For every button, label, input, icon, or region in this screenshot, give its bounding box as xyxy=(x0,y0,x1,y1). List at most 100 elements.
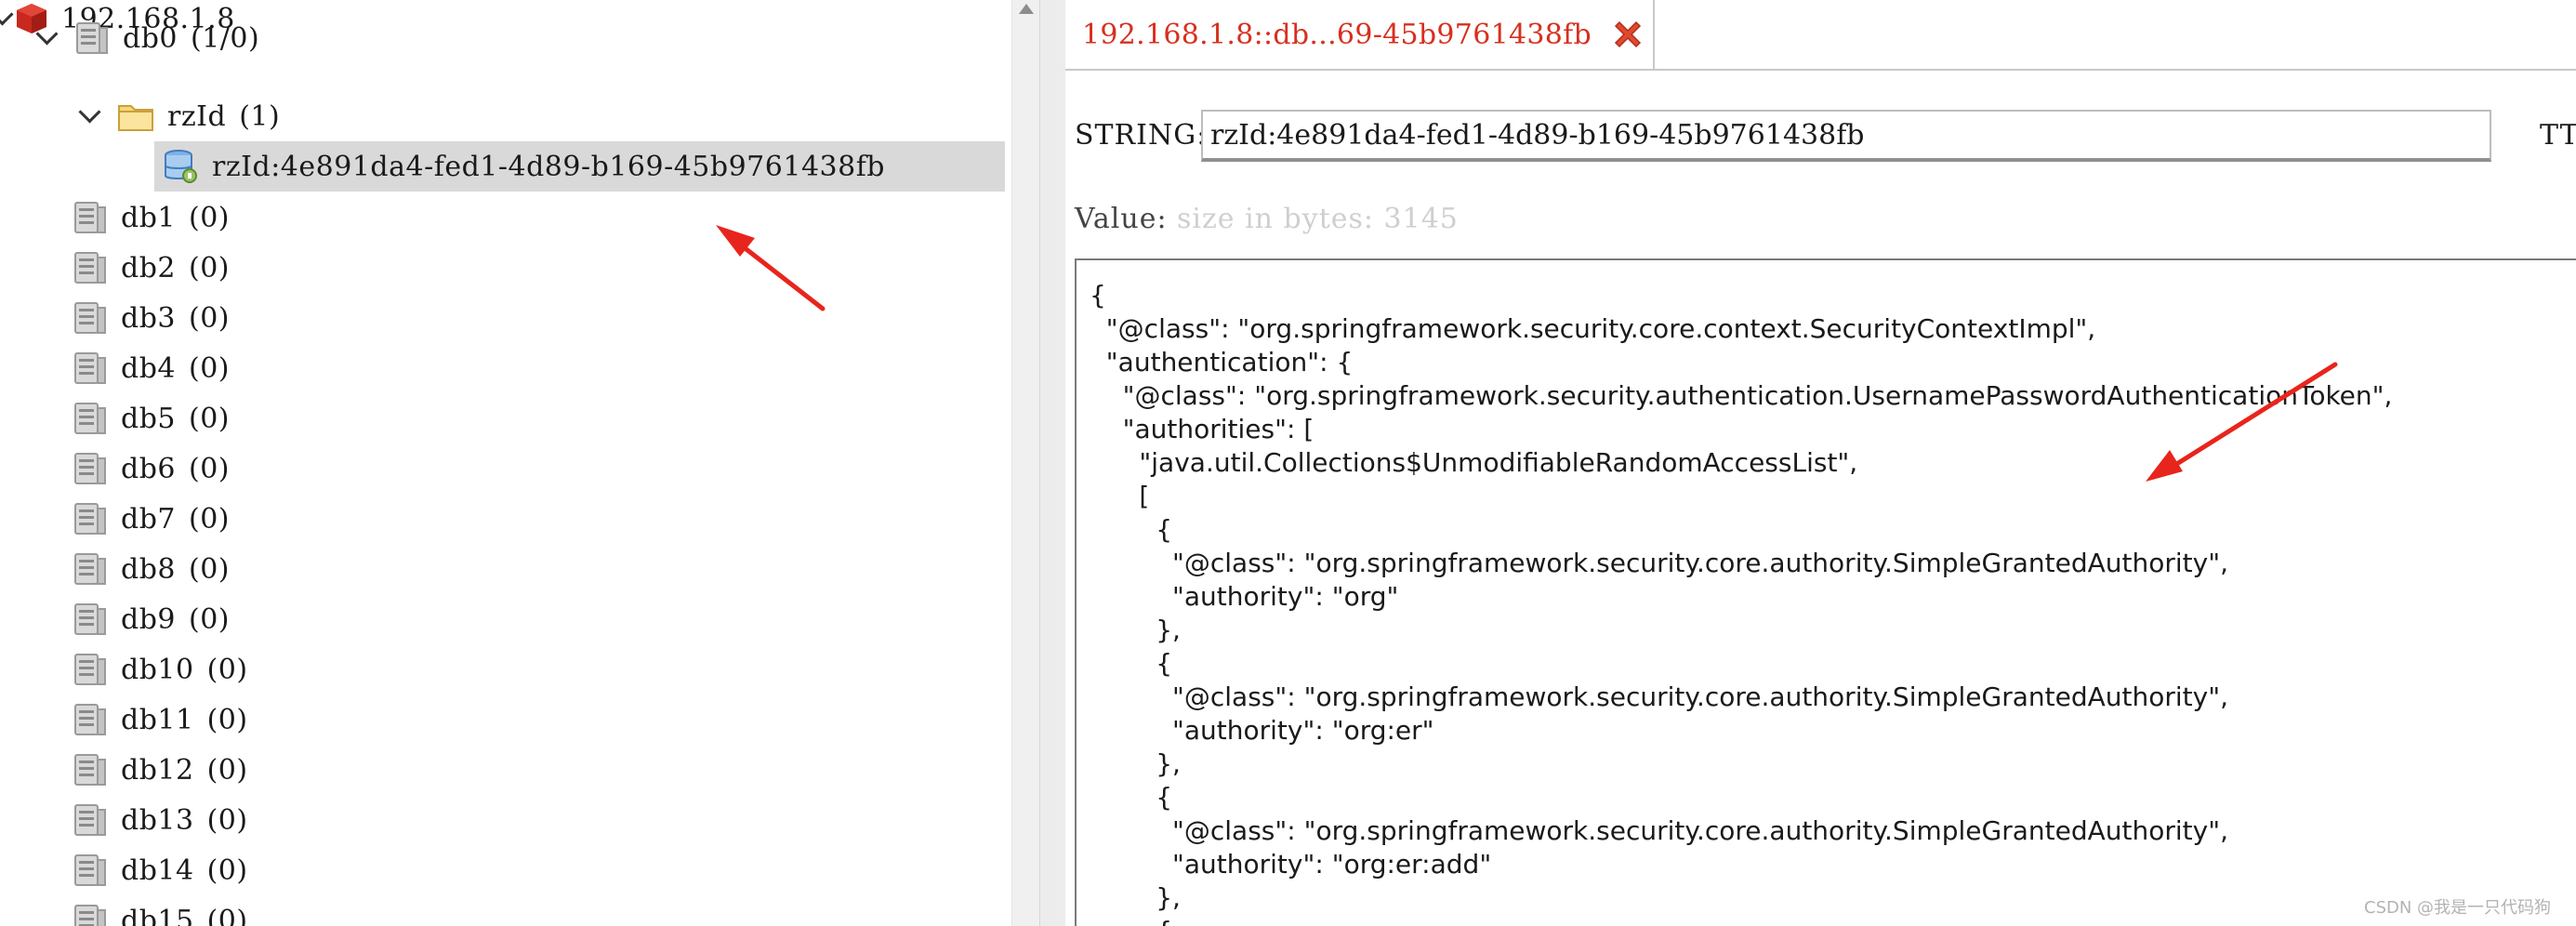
value-line: "authentication": { xyxy=(1090,347,1354,377)
chevron-down-icon[interactable] xyxy=(78,104,102,128)
db-count: (0) xyxy=(189,502,230,536)
db0-label: db0 xyxy=(123,21,178,55)
value-line: }, xyxy=(1090,882,1181,913)
db-label: db7 xyxy=(121,502,176,536)
connection-tree: 192.168.1.8 db0 (1/0) rzId (1) rzId:4e89… xyxy=(0,0,1011,926)
db-count: (0) xyxy=(189,552,230,586)
value-line: "authorities": [ xyxy=(1090,414,1314,444)
db-label: db2 xyxy=(121,251,176,284)
value-line: { xyxy=(1090,648,1173,679)
db-label: db10 xyxy=(121,653,194,686)
tree-item-db12[interactable]: db12 (0) xyxy=(73,745,248,795)
tree-item-db13[interactable]: db13 (0) xyxy=(73,795,248,845)
value-line: }, xyxy=(1090,748,1181,779)
database-icon xyxy=(74,804,106,836)
close-x-icon[interactable] xyxy=(1610,17,1645,52)
db-count: (0) xyxy=(189,301,230,335)
tree-item-db8[interactable]: db8 (0) xyxy=(73,544,230,594)
value-line: "@class": "org.springframework.security.… xyxy=(1090,548,2228,578)
key-type-label: STRING: xyxy=(1075,119,1208,152)
db-label: db5 xyxy=(121,402,176,435)
value-line: "@class": "org.springframework.security.… xyxy=(1090,815,2228,846)
value-size-hint: size in bytes: 3145 xyxy=(1177,203,1459,235)
string-key-icon xyxy=(165,150,197,183)
db-count: (0) xyxy=(189,351,230,385)
value-line: "authority": "org:er" xyxy=(1090,715,1434,746)
tree-item-db2[interactable]: db2 (0) xyxy=(73,243,230,293)
db-label: db9 xyxy=(121,602,176,636)
db-count: (0) xyxy=(206,753,248,787)
database-icon xyxy=(74,553,106,585)
tree-item-folder-rzid[interactable]: rzId (1) xyxy=(78,91,280,141)
value-line: { xyxy=(1090,514,1173,545)
tree-item-key[interactable]: rzId:4e891da4-fed1-4d89-b169-45b9761438f… xyxy=(162,141,885,192)
tree-item-db1[interactable]: db1 (0) xyxy=(73,192,230,243)
tree-item-db14[interactable]: db14 (0) xyxy=(73,845,248,895)
database-icon xyxy=(74,854,106,886)
tree-item-db0[interactable]: db0 (1/0) xyxy=(35,13,259,63)
key-detail-panel: 192.168.1.8::db...69-45b9761438fb STRING… xyxy=(1065,0,2576,926)
database-icon xyxy=(74,302,106,334)
db-count: (0) xyxy=(189,452,230,485)
database-icon xyxy=(74,453,106,484)
db-label: db13 xyxy=(121,803,194,837)
tree-item-db11[interactable]: db11 (0) xyxy=(73,694,248,745)
value-line: }, xyxy=(1090,615,1181,645)
tab-key-detail[interactable]: 192.168.1.8::db...69-45b9761438fb xyxy=(1065,0,1655,69)
folder-count: (1) xyxy=(239,99,281,133)
database-icon xyxy=(74,403,106,434)
database-icon xyxy=(74,754,106,786)
folder-label: rzId xyxy=(167,99,227,133)
tree-item-db10[interactable]: db10 (0) xyxy=(73,644,248,694)
database-icon xyxy=(74,503,106,535)
panel-splitter[interactable] xyxy=(1039,0,1067,926)
db-label: db8 xyxy=(121,552,176,586)
scroll-up-arrow-icon[interactable] xyxy=(1019,4,1034,14)
tree-item-db7[interactable]: db7 (0) xyxy=(73,494,230,544)
db-count: (0) xyxy=(189,251,230,284)
db-count: (0) xyxy=(206,703,248,736)
chevron-down-icon[interactable] xyxy=(0,7,15,31)
folder-icon xyxy=(118,105,153,131)
tree-item-db4[interactable]: db4 (0) xyxy=(73,343,230,393)
key-name-input[interactable] xyxy=(1201,110,2491,162)
database-icon xyxy=(76,22,108,54)
ttl-label: TTL xyxy=(2540,119,2576,152)
database-icon xyxy=(74,654,106,685)
tree-item-db9[interactable]: db9 (0) xyxy=(73,594,230,644)
db-count: (0) xyxy=(206,653,248,686)
database-icon xyxy=(74,202,106,233)
key-label: rzId:4e891da4-fed1-4d89-b169-45b9761438f… xyxy=(212,150,886,183)
value-line: [ xyxy=(1090,481,1150,511)
db-count: (0) xyxy=(189,402,230,435)
db-count: (0) xyxy=(206,853,248,887)
db-label: db6 xyxy=(121,452,176,485)
db-label: db3 xyxy=(121,301,176,335)
tree-item-db6[interactable]: db6 (0) xyxy=(73,443,230,494)
value-line: "java.util.Collections$UnmodifiableRando… xyxy=(1090,447,1858,478)
tab-title: 192.168.1.8::db...69-45b9761438fb xyxy=(1082,18,1592,51)
value-line: { xyxy=(1090,782,1173,813)
tree-item-db5[interactable]: db5 (0) xyxy=(73,393,230,443)
tree-scrollbar[interactable] xyxy=(1011,0,1040,926)
value-line: "@class": "org.springframework.security.… xyxy=(1090,681,2228,712)
chevron-down-icon[interactable] xyxy=(35,26,59,50)
db-label: db11 xyxy=(121,703,194,736)
db-label: db1 xyxy=(121,201,176,234)
value-label: Value: xyxy=(1075,203,1168,235)
db-count: (0) xyxy=(206,803,248,837)
database-icon xyxy=(74,252,106,284)
value-editor[interactable]: { "@class": "org.springframework.securit… xyxy=(1075,258,2576,926)
tree-item-db3[interactable]: db3 (0) xyxy=(73,293,230,343)
tree-item-db15[interactable]: db15 (0) xyxy=(73,895,248,926)
value-json-text[interactable]: { "@class": "org.springframework.securit… xyxy=(1077,260,2576,926)
value-line: "@class": "org.springframework.security.… xyxy=(1090,380,2393,411)
db-label: db14 xyxy=(121,853,194,887)
database-icon xyxy=(74,603,106,635)
value-line: { xyxy=(1090,916,1172,926)
db-label: db15 xyxy=(121,904,194,926)
db-label: db4 xyxy=(121,351,176,385)
db-label: db12 xyxy=(121,753,194,787)
database-icon xyxy=(74,704,106,735)
db0-count: (1/0) xyxy=(191,21,260,55)
